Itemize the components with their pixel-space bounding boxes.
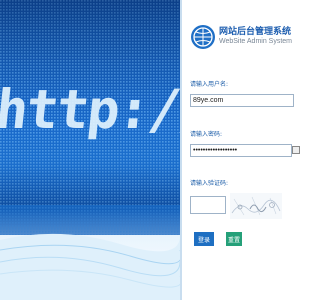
captcha-image[interactable] — [230, 193, 282, 219]
hero-banner: http://www — [0, 0, 180, 300]
show-password-icon[interactable] — [292, 146, 300, 154]
hero-graphic: http://www — [0, 0, 180, 300]
system-title: 网站后台管理系统 — [219, 27, 292, 37]
username-label: 请输入用户名: — [190, 81, 229, 88]
password-input[interactable]: •••••••••••••••••• — [190, 144, 292, 157]
hero-url-text: http://www — [0, 78, 180, 141]
captcha-label: 请输入验证码: — [190, 180, 229, 187]
password-label: 请输入密码: — [190, 131, 223, 138]
captcha-input[interactable] — [190, 196, 226, 214]
reset-button[interactable]: 重置 — [226, 232, 242, 246]
login-button[interactable]: 登录 — [194, 232, 214, 246]
username-input[interactable]: 89ye.com — [190, 94, 294, 107]
globe-logo-icon — [191, 25, 215, 49]
system-subtitle: WebSite Admin System — [219, 38, 293, 45]
